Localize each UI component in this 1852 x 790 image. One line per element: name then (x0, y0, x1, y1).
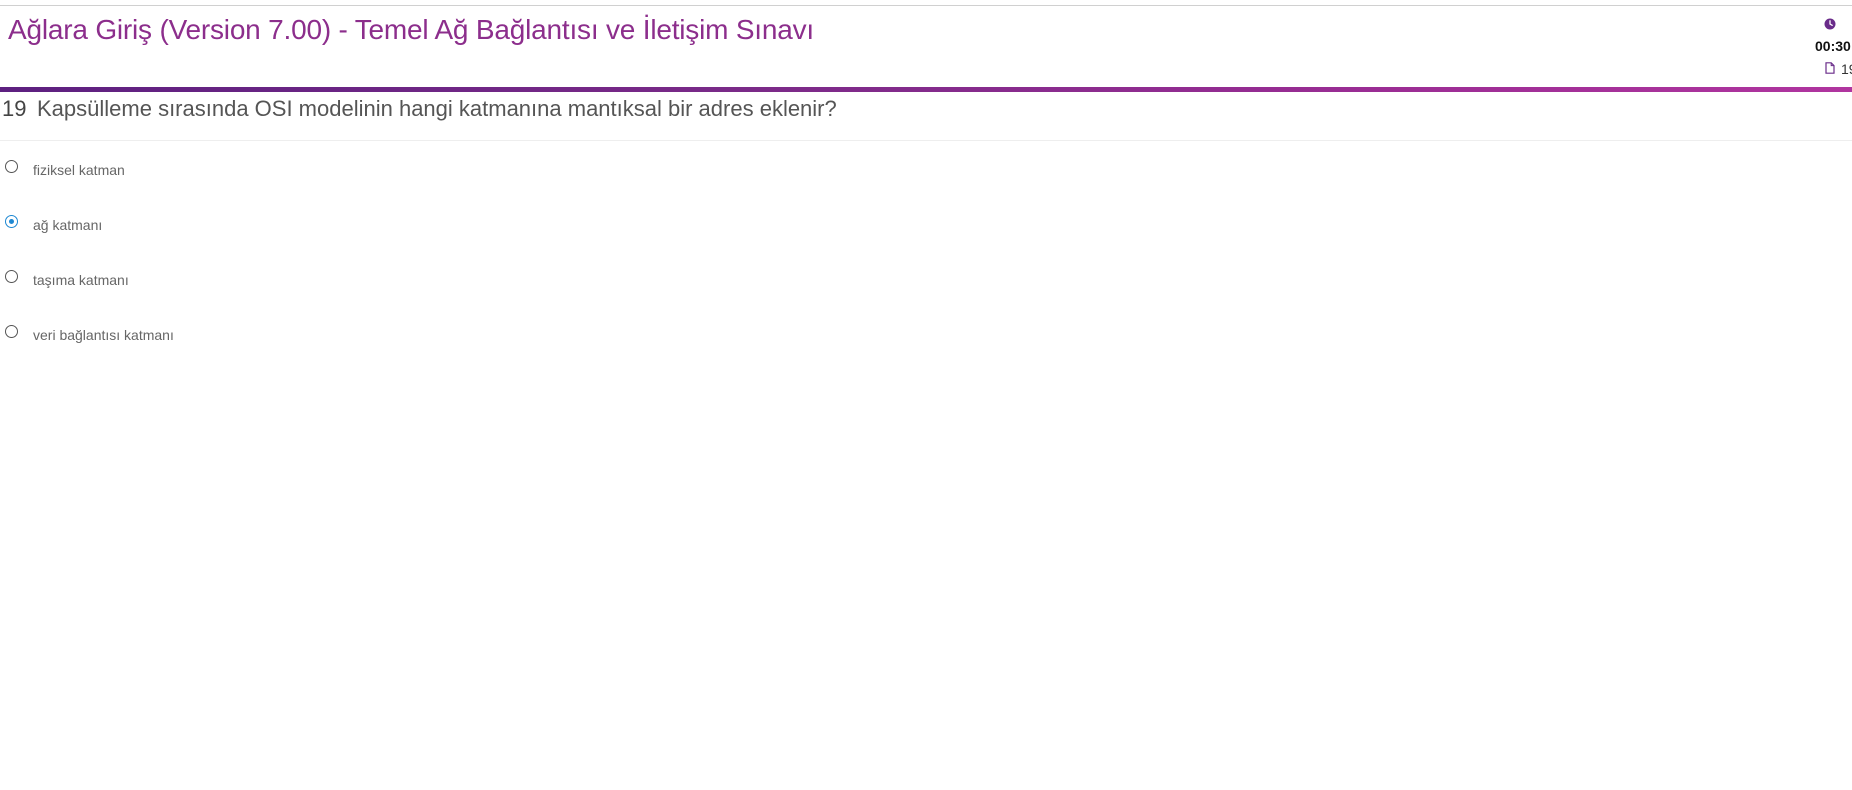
question-header: 19 Kapsülleme sırasında OSI modelinin ha… (0, 96, 1852, 141)
question-number: 19 (2, 96, 27, 121)
answer-option-fiziksel-katman[interactable]: fiziksel katman (0, 150, 400, 180)
exam-status-panel: 00:30 19 (1810, 14, 1852, 84)
exam-page: Ağlara Giriş (Version 7.00) - Temel Ağ B… (0, 0, 1852, 790)
answer-option-tasima-katmani[interactable]: taşıma katmanı (0, 260, 400, 290)
question-counter: 19 (1841, 61, 1852, 77)
answer-label: veri bağlantısı katmanı (33, 327, 174, 343)
clock-icon (1824, 18, 1836, 30)
question-text: Kapsülleme sırasında OSI modelinin hangi… (37, 96, 837, 121)
answer-label: taşıma katmanı (33, 272, 129, 288)
answer-label: fiziksel katman (33, 162, 125, 178)
answer-option-veri-baglantisi-katmani[interactable]: veri bağlantısı katmanı (0, 315, 400, 345)
exam-title: Ağlara Giriş (Version 7.00) - Temel Ağ B… (8, 14, 815, 45)
radio-button-selected[interactable] (5, 215, 18, 228)
top-divider (0, 5, 1852, 6)
header-accent-bar (0, 87, 1852, 92)
answer-label: ağ katmanı (33, 217, 103, 233)
radio-button[interactable] (5, 160, 18, 173)
radio-button[interactable] (5, 270, 18, 283)
answer-option-ag-katmani[interactable]: ağ katmanı (0, 205, 400, 235)
document-icon (1825, 62, 1835, 74)
radio-button[interactable] (5, 325, 18, 338)
timer-value: 00:30 (1815, 38, 1851, 54)
